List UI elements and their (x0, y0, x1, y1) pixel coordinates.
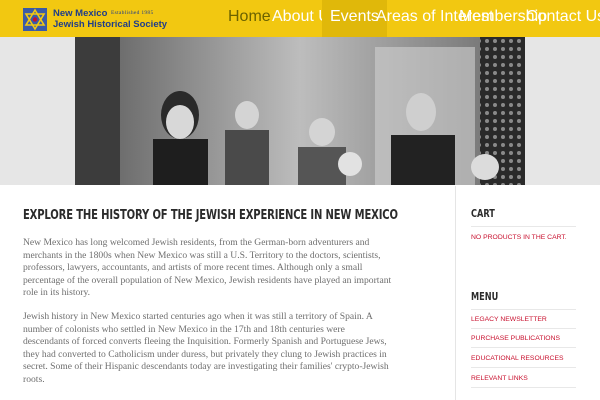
star-of-david-logo-icon (23, 8, 47, 31)
sidebar-divider (455, 186, 456, 400)
paragraph-line: New Mexico has long welcomed Jewish resi… (23, 237, 370, 248)
page-title: EXPLORE THE HISTORY OF THE JEWISH EXPERI… (23, 208, 398, 223)
site-logo[interactable]: New Mexico Established 1985 Jewish Histo… (22, 7, 172, 32)
menu-link-legacy-newsletter[interactable]: LEGACY NEWSLETTER (471, 316, 547, 323)
intro-paragraph: New Mexico has long welcomed Jewish resi… (23, 237, 435, 300)
nav-home[interactable]: Home (228, 0, 271, 37)
logo-established: Established 1985 (111, 10, 154, 16)
hero-photo (75, 37, 525, 185)
paragraph-line: number of colonists who settled in New M… (23, 323, 345, 335)
site-header: New Mexico Established 1985 Jewish Histo… (0, 0, 600, 37)
menu-divider (471, 387, 576, 388)
paragraph-line: they had converted to Catholicism under … (23, 348, 387, 360)
logo-title-line2: Jewish Historical Society (53, 19, 168, 30)
paragraph-line: roots. (23, 373, 45, 385)
paragraph-line: secret. Some of their Hispanic descendan… (23, 361, 389, 372)
paragraph-line: role in its history. (23, 287, 91, 298)
paragraph-line: professors, lawyers, accountants, and ar… (23, 262, 363, 273)
menu-link-educational-resources[interactable]: EDUCATIONAL RESOURCES (471, 355, 564, 362)
paragraph-line: descendants of forced converts fleeing t… (23, 336, 387, 347)
menu-divider (471, 328, 576, 329)
menu-divider (471, 347, 576, 348)
history-paragraph: Jewish history in New Mexico started cen… (23, 311, 435, 386)
paragraph-line: percentage of the overall population of … (23, 274, 392, 286)
cart-divider (471, 226, 576, 227)
cart-empty-message: NO PRODUCTS IN THE CART. (471, 234, 567, 241)
menu-heading: MENU (471, 291, 499, 303)
paragraph-line: Jewish history in New Mexico started cen… (23, 311, 373, 322)
menu-link-purchase-publications[interactable]: PURCHASE PUBLICATIONS (471, 335, 560, 342)
historical-family-photograph (75, 37, 525, 185)
cart-heading: CART (471, 208, 495, 220)
menu-divider (471, 367, 576, 368)
nav-contact-us[interactable]: Contact Us (526, 0, 600, 37)
logo-title-line1: New Mexico (53, 8, 108, 19)
menu-link-relevant-links[interactable]: RELEVANT LINKS (471, 375, 528, 382)
menu-divider (471, 309, 576, 310)
paragraph-line: merchants in the 1800s when New Mexico w… (23, 249, 381, 261)
